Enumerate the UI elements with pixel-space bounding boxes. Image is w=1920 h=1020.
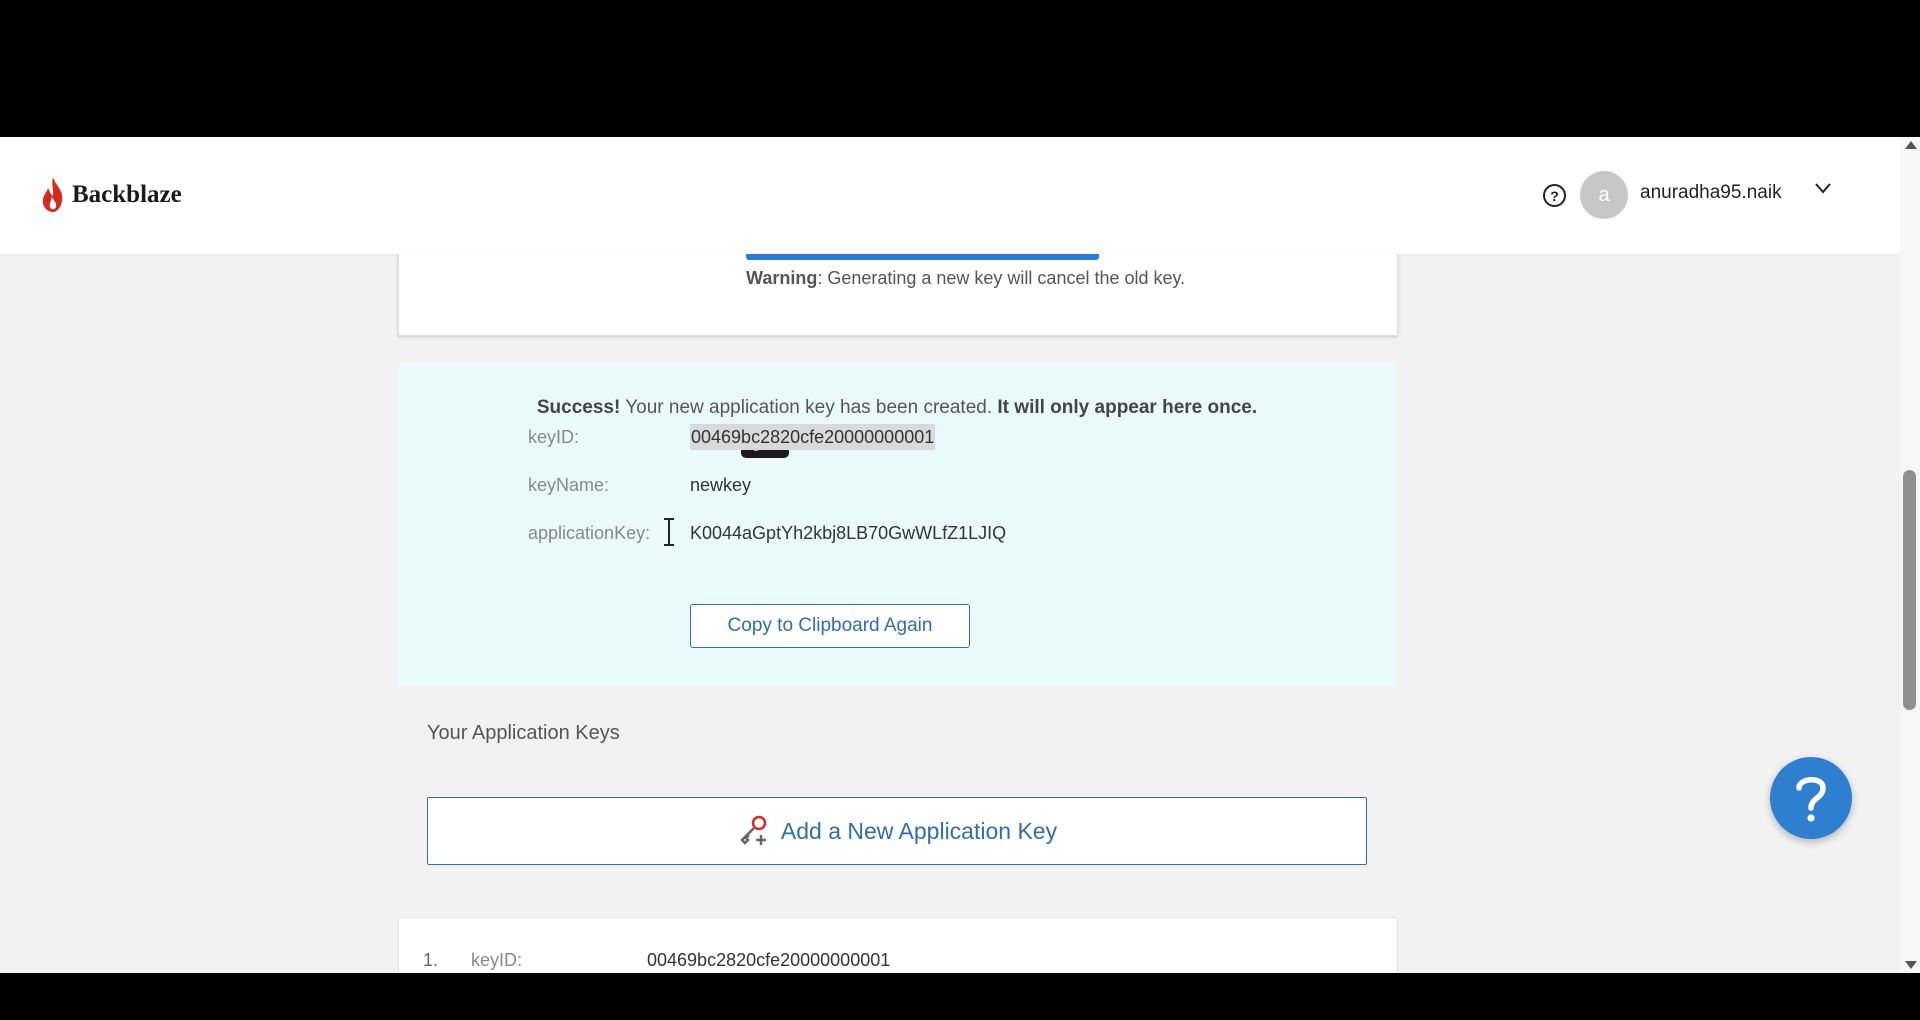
success-emphasis: It will only appear here once. <box>997 397 1258 418</box>
add-application-key-button[interactable]: Add a New Application Key <box>427 797 1367 865</box>
keyid-value[interactable]: 00469bc2820cfe20000000001 <box>690 424 936 450</box>
scroll-down-arrow-icon[interactable] <box>1905 961 1917 969</box>
top-header: Backblaze ? a anuradha95.naik <box>0 137 1900 254</box>
copy-to-clipboard-button[interactable]: Copy to Clipboard Again <box>690 604 970 648</box>
keyname-label: keyName: <box>528 475 610 495</box>
username[interactable]: anuradha95.naik <box>1640 182 1782 204</box>
generate-key-button-edge[interactable] <box>746 254 1099 260</box>
applicationkey-label: applicationKey: <box>528 523 651 543</box>
keyname-value[interactable]: newkey <box>690 475 751 496</box>
key-id-label: keyID: <box>471 950 523 970</box>
success-message: Success! Your new application key has be… <box>398 397 1396 419</box>
vertical-scrollbar[interactable] <box>1900 137 1920 973</box>
avatar[interactable]: a <box>1580 171 1628 219</box>
keyid-label: keyID: <box>528 427 580 447</box>
keyid-selection[interactable]: 00469bc2820cfe20000000001 <box>690 424 936 450</box>
application-keys-heading: Your Application Keys <box>427 722 620 744</box>
warning-label: Warning <box>746 268 818 288</box>
key-add-icon <box>740 815 767 845</box>
scroll-up-arrow-icon[interactable] <box>1905 141 1917 149</box>
text-cursor-icon <box>664 518 674 546</box>
chevron-down-icon[interactable] <box>1814 181 1832 195</box>
generate-key-card: Warning: Generating a new key will cance… <box>398 254 1398 336</box>
browser-viewport: Backblaze ? a anuradha95.naik Warning: G… <box>0 137 1920 973</box>
success-panel: Success! Your new application key has be… <box>398 362 1396 687</box>
add-application-key-label: Add a New Application Key <box>780 817 1058 844</box>
applicationkey-value[interactable]: K0044aGptYh2kbj8LB70GwWLfZ1LJIQ <box>690 523 1006 544</box>
success-body: Your new application key has been create… <box>620 397 998 418</box>
logo-text: Backblaze <box>72 181 182 208</box>
help-chat-button[interactable] <box>1770 757 1852 839</box>
application-key-item: 1. keyID: 00469bc2820cfe20000000001 <box>398 917 1398 973</box>
backblaze-logo[interactable]: Backblaze <box>42 177 182 213</box>
key-index: 1. <box>423 950 439 970</box>
warning-text: Warning: Generating a new key will cance… <box>746 268 1185 289</box>
flame-icon <box>42 177 63 213</box>
success-prefix: Success! <box>536 397 621 418</box>
help-icon[interactable]: ? <box>1543 184 1566 207</box>
question-mark-icon <box>1796 777 1826 822</box>
scroll-thumb[interactable] <box>1903 470 1916 710</box>
key-id-value[interactable]: 00469bc2820cfe20000000001 <box>647 950 890 971</box>
warning-message: : Generating a new key will cancel the o… <box>817 268 1186 288</box>
